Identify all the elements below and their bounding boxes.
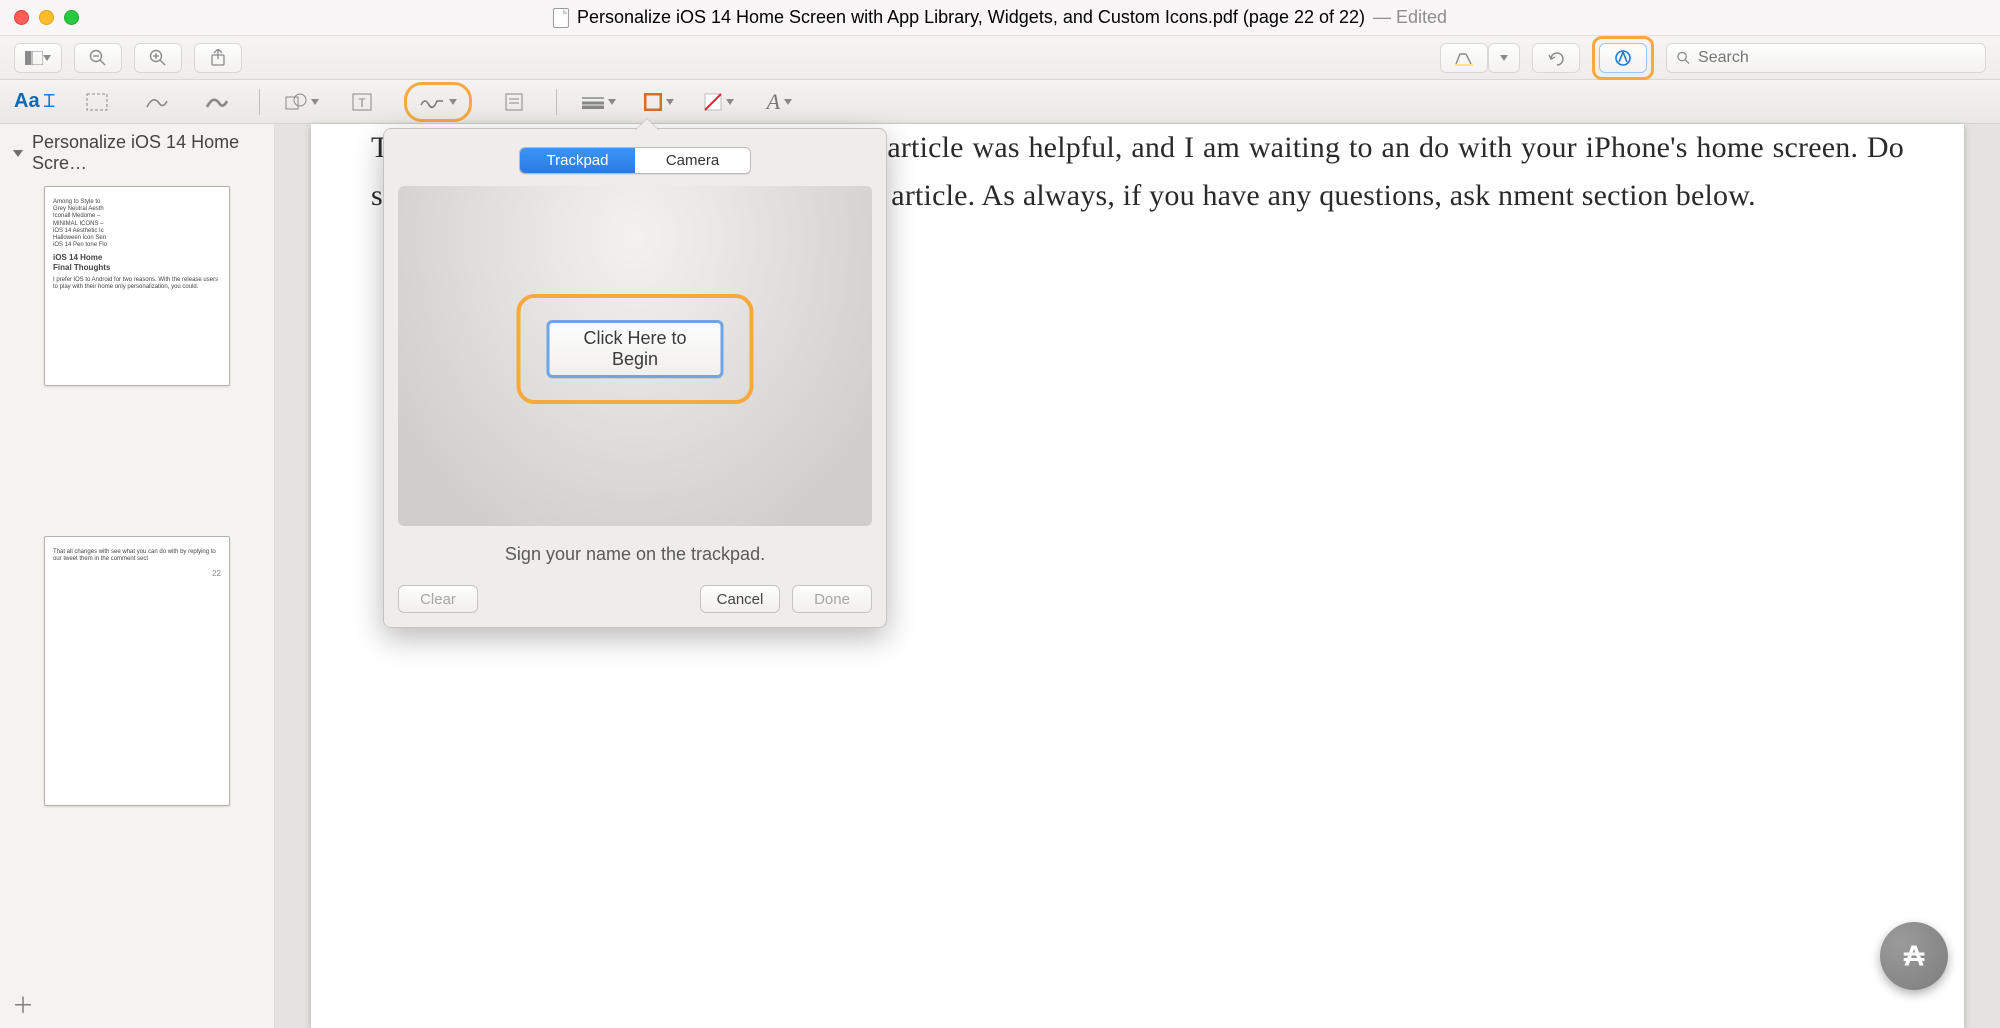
main-toolbar	[0, 36, 2000, 80]
separator	[259, 89, 260, 115]
svg-text:T: T	[359, 96, 367, 110]
edited-indicator: — Edited	[1373, 7, 1447, 28]
minimize-window-button[interactable]	[39, 10, 54, 25]
document-viewport[interactable]: That all changes with iOS 14. I hope thi…	[275, 124, 2000, 1028]
note-button[interactable]	[496, 87, 532, 117]
search-field[interactable]	[1666, 43, 1986, 73]
signature-canvas[interactable]: Click Here to Begin	[398, 186, 872, 526]
border-color-menu[interactable]	[641, 87, 677, 117]
search-input[interactable]	[1698, 49, 1975, 67]
sketch-tool[interactable]	[139, 87, 175, 117]
highlight-menu-button[interactable]	[1488, 43, 1520, 73]
titlebar: Personalize iOS 14 Home Screen with App …	[0, 0, 2000, 36]
sign-button-highlight	[404, 82, 472, 122]
draw-tool[interactable]	[199, 87, 235, 117]
view-mode-button[interactable]	[14, 43, 62, 73]
floating-action-button[interactable]: ₳	[1880, 922, 1948, 990]
disclosure-triangle-icon	[12, 147, 24, 159]
begin-highlight: Click Here to Begin	[517, 294, 754, 404]
zoom-in-button[interactable]	[134, 43, 182, 73]
currency-icon: ₳	[1895, 937, 1933, 975]
markup-toolbar: AaᏆ T A	[0, 80, 2000, 124]
signature-hint: Sign your name on the trackpad.	[384, 544, 886, 565]
page-thumbnail-22[interactable]: That all changes with see what you can d…	[44, 536, 230, 806]
line-style-menu[interactable]	[581, 87, 617, 117]
thumbnails-sidebar: Personalize iOS 14 Home Scre… Among to S…	[0, 124, 275, 1028]
cancel-button[interactable]: Cancel	[700, 585, 780, 613]
page-thumbnail-21[interactable]: Among to Style toGrey Neutral AesthIcona…	[44, 186, 230, 386]
text-selection-tool[interactable]: AaᏆ	[14, 87, 55, 117]
zoom-window-button[interactable]	[64, 10, 79, 25]
markup-toggle-button[interactable]	[1599, 43, 1647, 73]
zoom-out-button[interactable]	[74, 43, 122, 73]
sidebar-doc-title: Personalize iOS 14 Home Scre…	[32, 132, 262, 174]
markup-button-highlight	[1592, 36, 1654, 80]
share-button[interactable]	[194, 43, 242, 73]
window-title-text: Personalize iOS 14 Home Screen with App …	[577, 7, 1365, 28]
svg-text:₳: ₳	[1904, 941, 1925, 973]
begin-signature-button[interactable]: Click Here to Begin	[547, 320, 724, 378]
popover-arrow	[635, 119, 659, 131]
insert-text-button[interactable]: T	[344, 87, 380, 117]
tab-trackpad[interactable]: Trackpad	[520, 148, 635, 173]
tab-camera[interactable]: Camera	[635, 148, 750, 173]
document-icon	[553, 8, 569, 28]
sign-menu[interactable]	[419, 87, 457, 117]
search-icon	[1677, 51, 1690, 65]
fill-color-menu[interactable]	[701, 87, 737, 117]
clear-signature-button[interactable]: Clear	[398, 585, 478, 613]
highlight-button[interactable]	[1440, 43, 1488, 73]
separator	[556, 89, 557, 115]
rect-selection-tool[interactable]	[79, 87, 115, 117]
add-page-button[interactable]: ＋	[12, 988, 34, 1020]
sidebar-header[interactable]: Personalize iOS 14 Home Scre…	[0, 130, 274, 176]
shapes-menu[interactable]	[284, 87, 320, 117]
text-style-menu[interactable]: A	[761, 87, 797, 117]
close-window-button[interactable]	[14, 10, 29, 25]
signature-popover: Trackpad Camera Click Here to Begin Sign…	[383, 128, 887, 628]
window-controls	[14, 10, 79, 25]
done-button[interactable]: Done	[792, 585, 872, 613]
rotate-button[interactable]	[1532, 43, 1580, 73]
window-title: Personalize iOS 14 Home Screen with App …	[553, 7, 1447, 28]
highlight-split-button[interactable]	[1440, 43, 1520, 73]
signature-source-segmented: Trackpad Camera	[519, 147, 751, 174]
